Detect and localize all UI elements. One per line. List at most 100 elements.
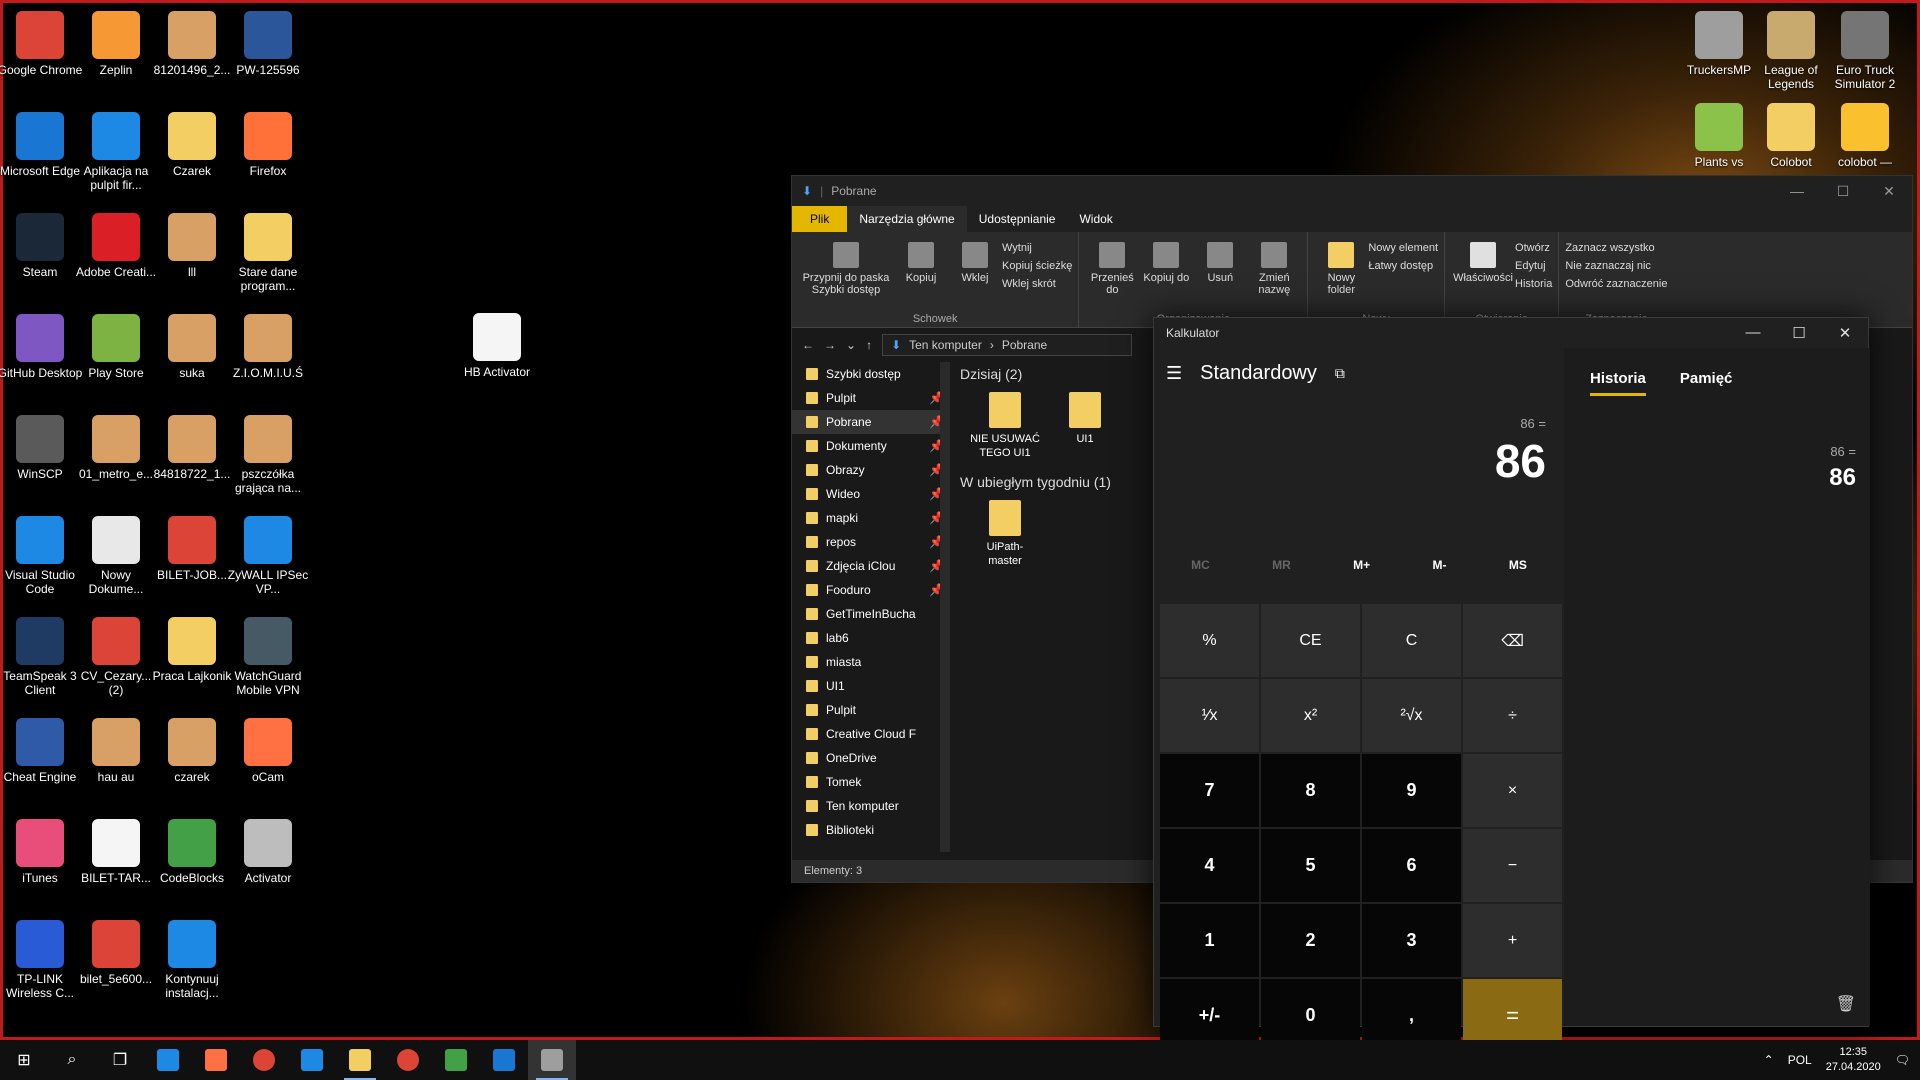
- open-button[interactable]: Otwórz: [1515, 242, 1552, 254]
- memory-button-mc[interactable]: MC: [1191, 558, 1210, 572]
- folder-item[interactable]: UI1: [1050, 392, 1120, 460]
- copy-path-button[interactable]: Kopiuj ścieżkę: [1002, 260, 1072, 272]
- folder-item[interactable]: NIE USUWAĆ TEGO UI1: [970, 392, 1040, 460]
- new-folder-button[interactable]: Nowy folder: [1314, 236, 1368, 311]
- desktop-shortcut[interactable]: Euro Truck Simulator 2: [1821, 11, 1909, 91]
- desktop-shortcut[interactable]: Kontynuuj instalacj...: [148, 920, 236, 1000]
- easy-access-button[interactable]: Łatwy dostęp: [1368, 260, 1438, 272]
- desktop-shortcut[interactable]: hau au: [72, 718, 160, 784]
- nav-item[interactable]: lab6: [792, 626, 950, 650]
- taskbar-app[interactable]: [432, 1040, 480, 1080]
- desktop-shortcut[interactable]: 84818722_1...: [148, 415, 236, 481]
- tab-narzedzia-glowne[interactable]: Narzędzia główne: [847, 206, 967, 232]
- calc-key[interactable]: 4: [1160, 829, 1259, 902]
- copy-button[interactable]: Kopiuj: [894, 236, 948, 311]
- desktop-shortcut[interactable]: Z.I.O.M.I.U.Ś: [224, 314, 312, 380]
- nav-item[interactable]: Pulpit 📌: [792, 386, 950, 410]
- nav-item[interactable]: Wideo 📌: [792, 482, 950, 506]
- calc-key[interactable]: 9: [1362, 754, 1461, 827]
- desktop-shortcut[interactable]: 01_metro_e...: [72, 415, 160, 481]
- folder-item[interactable]: UiPath-master: [970, 500, 1040, 568]
- nav-item[interactable]: Szybki dostęp: [792, 362, 950, 386]
- close-icon[interactable]: ✕: [1866, 183, 1912, 200]
- chevron-up-icon[interactable]: ⌃: [1764, 1053, 1774, 1067]
- minimize-icon[interactable]: —: [1774, 183, 1820, 200]
- desktop-shortcut[interactable]: Adobe Creati...: [72, 213, 160, 279]
- nav-item[interactable]: Dokumenty 📌: [792, 434, 950, 458]
- desktop-shortcut[interactable]: lll: [148, 213, 236, 279]
- taskbar-app[interactable]: [336, 1040, 384, 1080]
- taskbar-app[interactable]: [240, 1040, 288, 1080]
- calc-key[interactable]: CE: [1261, 604, 1360, 677]
- nav-item[interactable]: Zdjęcia iClou 📌: [792, 554, 950, 578]
- calc-key[interactable]: 5: [1261, 829, 1360, 902]
- search-button[interactable]: ⌕: [48, 1040, 96, 1080]
- desktop-shortcut[interactable]: suka: [148, 314, 236, 380]
- tab-plik[interactable]: Plik: [792, 206, 848, 232]
- calc-key[interactable]: −: [1463, 829, 1562, 902]
- calc-key[interactable]: 3: [1362, 904, 1461, 977]
- calc-key[interactable]: 2: [1261, 904, 1360, 977]
- notification-icon[interactable]: 🗨: [1895, 1053, 1910, 1067]
- calc-key[interactable]: ¹⁄x: [1160, 679, 1259, 752]
- keep-on-top-icon[interactable]: ⧉: [1335, 365, 1345, 382]
- taskbar-app[interactable]: [528, 1040, 576, 1080]
- desktop-shortcut[interactable]: PW-125596: [224, 11, 312, 77]
- up-arrow-icon[interactable]: ↑: [866, 338, 872, 352]
- new-item-button[interactable]: Nowy element: [1368, 242, 1438, 254]
- start-button[interactable]: ⊞: [0, 1040, 48, 1080]
- language-indicator[interactable]: POL: [1788, 1053, 1812, 1067]
- desktop-shortcut[interactable]: Firefox: [224, 112, 312, 178]
- tab-udostepnianie[interactable]: Udostępnianie: [967, 206, 1068, 232]
- history-value[interactable]: 86: [1829, 464, 1856, 492]
- properties-button[interactable]: Właściwości: [1451, 236, 1515, 311]
- rename-button[interactable]: Zmień nazwę: [1247, 236, 1301, 311]
- desktop-shortcut[interactable]: WatchGuard Mobile VPN: [224, 617, 312, 697]
- memory-button-mplus[interactable]: M+: [1353, 558, 1370, 572]
- address-bar[interactable]: ⬇ Ten komputer › Pobrane: [882, 334, 1133, 356]
- calc-key[interactable]: x²: [1261, 679, 1360, 752]
- calc-key[interactable]: 7: [1160, 754, 1259, 827]
- select-none-button[interactable]: Nie zaznaczaj nic: [1565, 260, 1667, 272]
- breadcrumb-current[interactable]: Pobrane: [1002, 338, 1047, 352]
- tab-widok[interactable]: Widok: [1067, 206, 1124, 232]
- desktop-shortcut[interactable]: colobot —: [1821, 103, 1909, 169]
- close-icon[interactable]: ✕: [1822, 324, 1868, 342]
- nav-item[interactable]: Pobrane 📌: [792, 410, 950, 434]
- desktop-shortcut[interactable]: Play Store: [72, 314, 160, 380]
- chevron-down-icon[interactable]: ⌄: [846, 338, 856, 352]
- desktop-shortcut[interactable]: CV_Cezary... (2): [72, 617, 160, 697]
- desktop-shortcut[interactable]: BILET-TAR...: [72, 819, 160, 885]
- breadcrumb-root[interactable]: Ten komputer: [909, 338, 982, 352]
- forward-arrow-icon[interactable]: →: [824, 338, 836, 352]
- calc-key[interactable]: %: [1160, 604, 1259, 677]
- desktop-shortcut[interactable]: Nowy Dokume...: [72, 516, 160, 596]
- desktop-shortcut[interactable]: bilet_5e600...: [72, 920, 160, 986]
- desktop-shortcut[interactable]: ZyWALL IPSec VP...: [224, 516, 312, 596]
- nav-item[interactable]: OneDrive: [792, 746, 950, 770]
- memory-button-ms[interactable]: MS: [1509, 558, 1527, 572]
- tab-historia[interactable]: Historia: [1590, 370, 1646, 396]
- maximize-icon[interactable]: ☐: [1820, 183, 1866, 200]
- invert-selection-button[interactable]: Odwróć zaznaczenie: [1565, 278, 1667, 290]
- nav-item[interactable]: Ten komputer: [792, 794, 950, 818]
- calc-key[interactable]: ⌫: [1463, 604, 1562, 677]
- history-button[interactable]: Historia: [1515, 278, 1552, 290]
- trash-icon[interactable]: 🗑: [1836, 994, 1856, 1014]
- desktop-shortcut[interactable]: oCam: [224, 718, 312, 784]
- nav-item[interactable]: GetTimeInBucha: [792, 602, 950, 626]
- calc-key[interactable]: C: [1362, 604, 1461, 677]
- calc-key[interactable]: 8: [1261, 754, 1360, 827]
- taskbar-app[interactable]: [384, 1040, 432, 1080]
- desktop-shortcut[interactable]: Activator: [224, 819, 312, 885]
- taskbar-app[interactable]: [144, 1040, 192, 1080]
- copy-to-button[interactable]: Kopiuj do: [1139, 236, 1193, 311]
- maximize-icon[interactable]: ☐: [1776, 324, 1822, 342]
- task-view-button[interactable]: ❐: [96, 1040, 144, 1080]
- taskbar-app[interactable]: [480, 1040, 528, 1080]
- calc-key[interactable]: 6: [1362, 829, 1461, 902]
- calc-key[interactable]: 1: [1160, 904, 1259, 977]
- desktop-shortcut[interactable]: BILET-JOB...: [148, 516, 236, 582]
- desktop-shortcut[interactable]: pszczółka grająca na...: [224, 415, 312, 495]
- cut-button[interactable]: Wytnij: [1002, 242, 1072, 254]
